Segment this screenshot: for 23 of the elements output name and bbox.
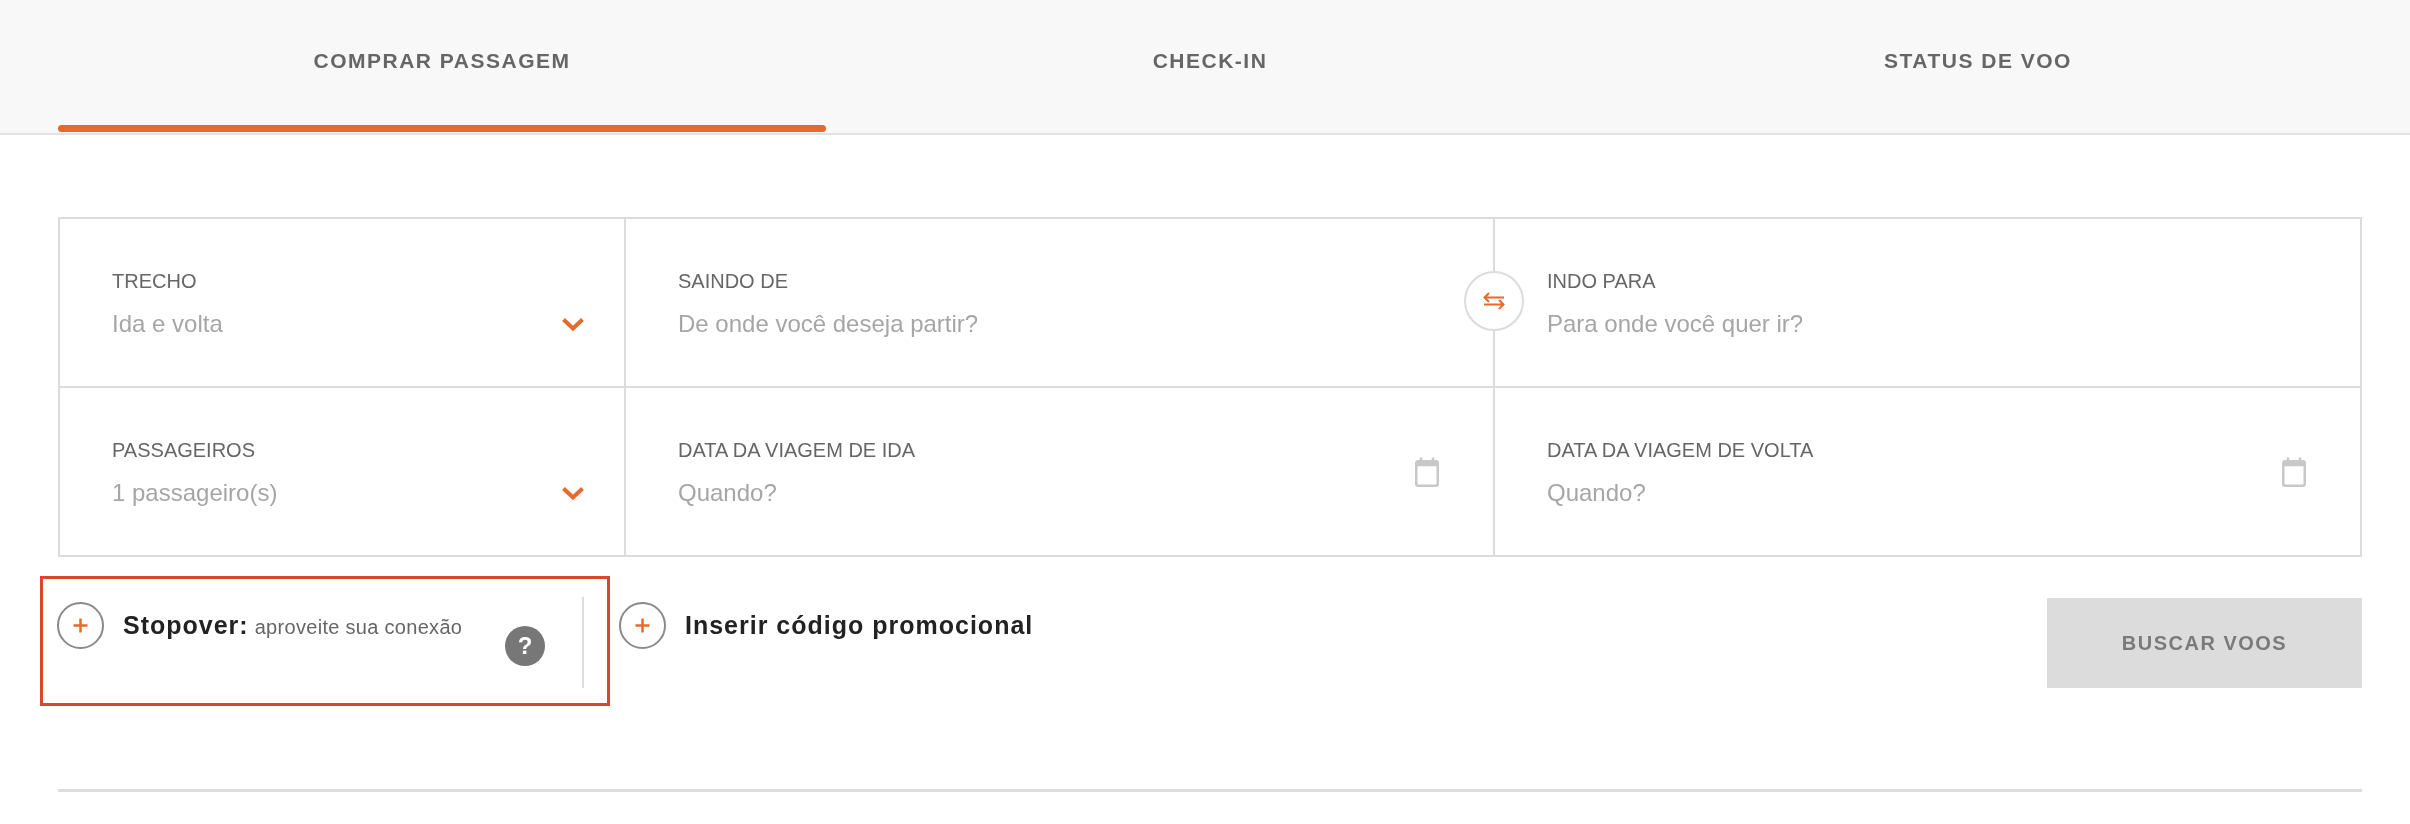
tab[interactable]: STATUS DE VOO [1594, 0, 2362, 133]
chevron-down-icon [561, 316, 585, 332]
option-toggle[interactable]: Stopover: aproveite sua conexão [57, 602, 463, 649]
field-label: TRECHO [112, 269, 198, 293]
text-input[interactable]: Para onde você quer ir? [1547, 308, 2320, 340]
plus-circle-icon [619, 602, 666, 649]
chevron-down-icon [561, 485, 585, 501]
field-label: INDO PARA [1547, 269, 1657, 293]
plus-circle-icon [57, 602, 104, 649]
calendar-icon[interactable] [2282, 456, 2306, 487]
help-icon[interactable]: ? [505, 626, 545, 666]
tab[interactable]: CHECK-IN [826, 0, 1594, 133]
calendar-icon[interactable] [1415, 456, 1439, 487]
text-input[interactable]: De onde você deseja partir? [678, 308, 1453, 340]
option-toggle[interactable]: Inserir código promocional [619, 602, 1034, 649]
tab[interactable]: COMPRAR PASSAGEM [58, 0, 826, 133]
field-label: SAINDO DE [678, 269, 790, 293]
date-input[interactable]: Quando? [678, 477, 1395, 509]
field-label: DATA DA VIAGEM DE VOLTA [1547, 438, 1815, 462]
date-input[interactable]: Quando? [1547, 477, 2262, 509]
swap-arrows-icon[interactable] [1464, 271, 1524, 331]
field-label: DATA DA VIAGEM DE IDA [678, 438, 917, 462]
field-label: PASSAGEIROS [112, 438, 256, 462]
